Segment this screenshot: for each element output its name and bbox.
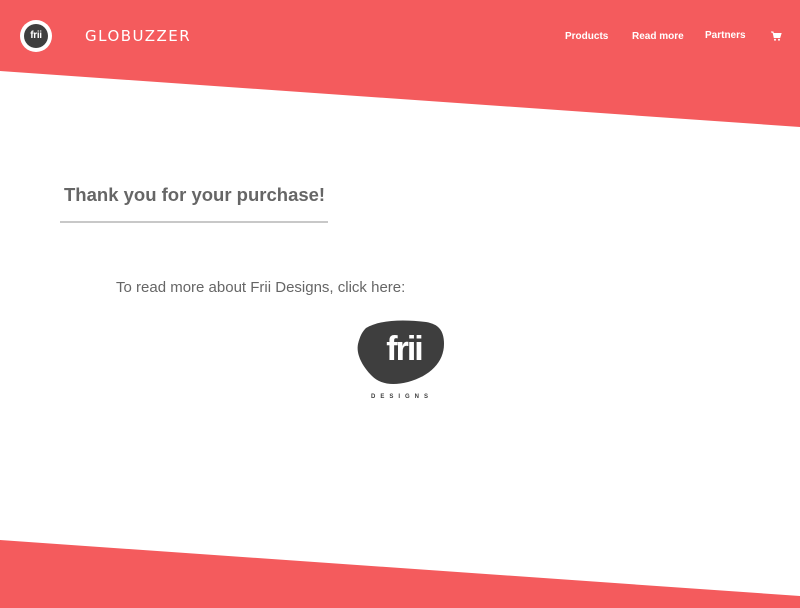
footer-band-shape xyxy=(0,540,800,608)
read-more-text: To read more about Frii Designs, click h… xyxy=(116,279,406,296)
site-header: frii GLOBUZZER Products Read more Partne… xyxy=(0,0,800,72)
page-title: Thank you for your purchase! xyxy=(64,184,326,205)
frii-designs-logo[interactable]: frii DESIGNS xyxy=(354,318,448,402)
nav-partners[interactable]: Partners xyxy=(705,30,746,41)
main-nav: Products Read more Partners xyxy=(0,30,800,46)
title-divider xyxy=(60,221,328,223)
nav-products[interactable]: Products xyxy=(565,31,608,42)
nav-read-more[interactable]: Read more xyxy=(632,31,684,42)
logo-subtitle: DESIGNS xyxy=(371,394,433,400)
cart-icon[interactable] xyxy=(770,30,782,42)
page: frii GLOBUZZER Products Read more Partne… xyxy=(0,0,800,608)
logo-wordmark: frii xyxy=(386,330,422,368)
